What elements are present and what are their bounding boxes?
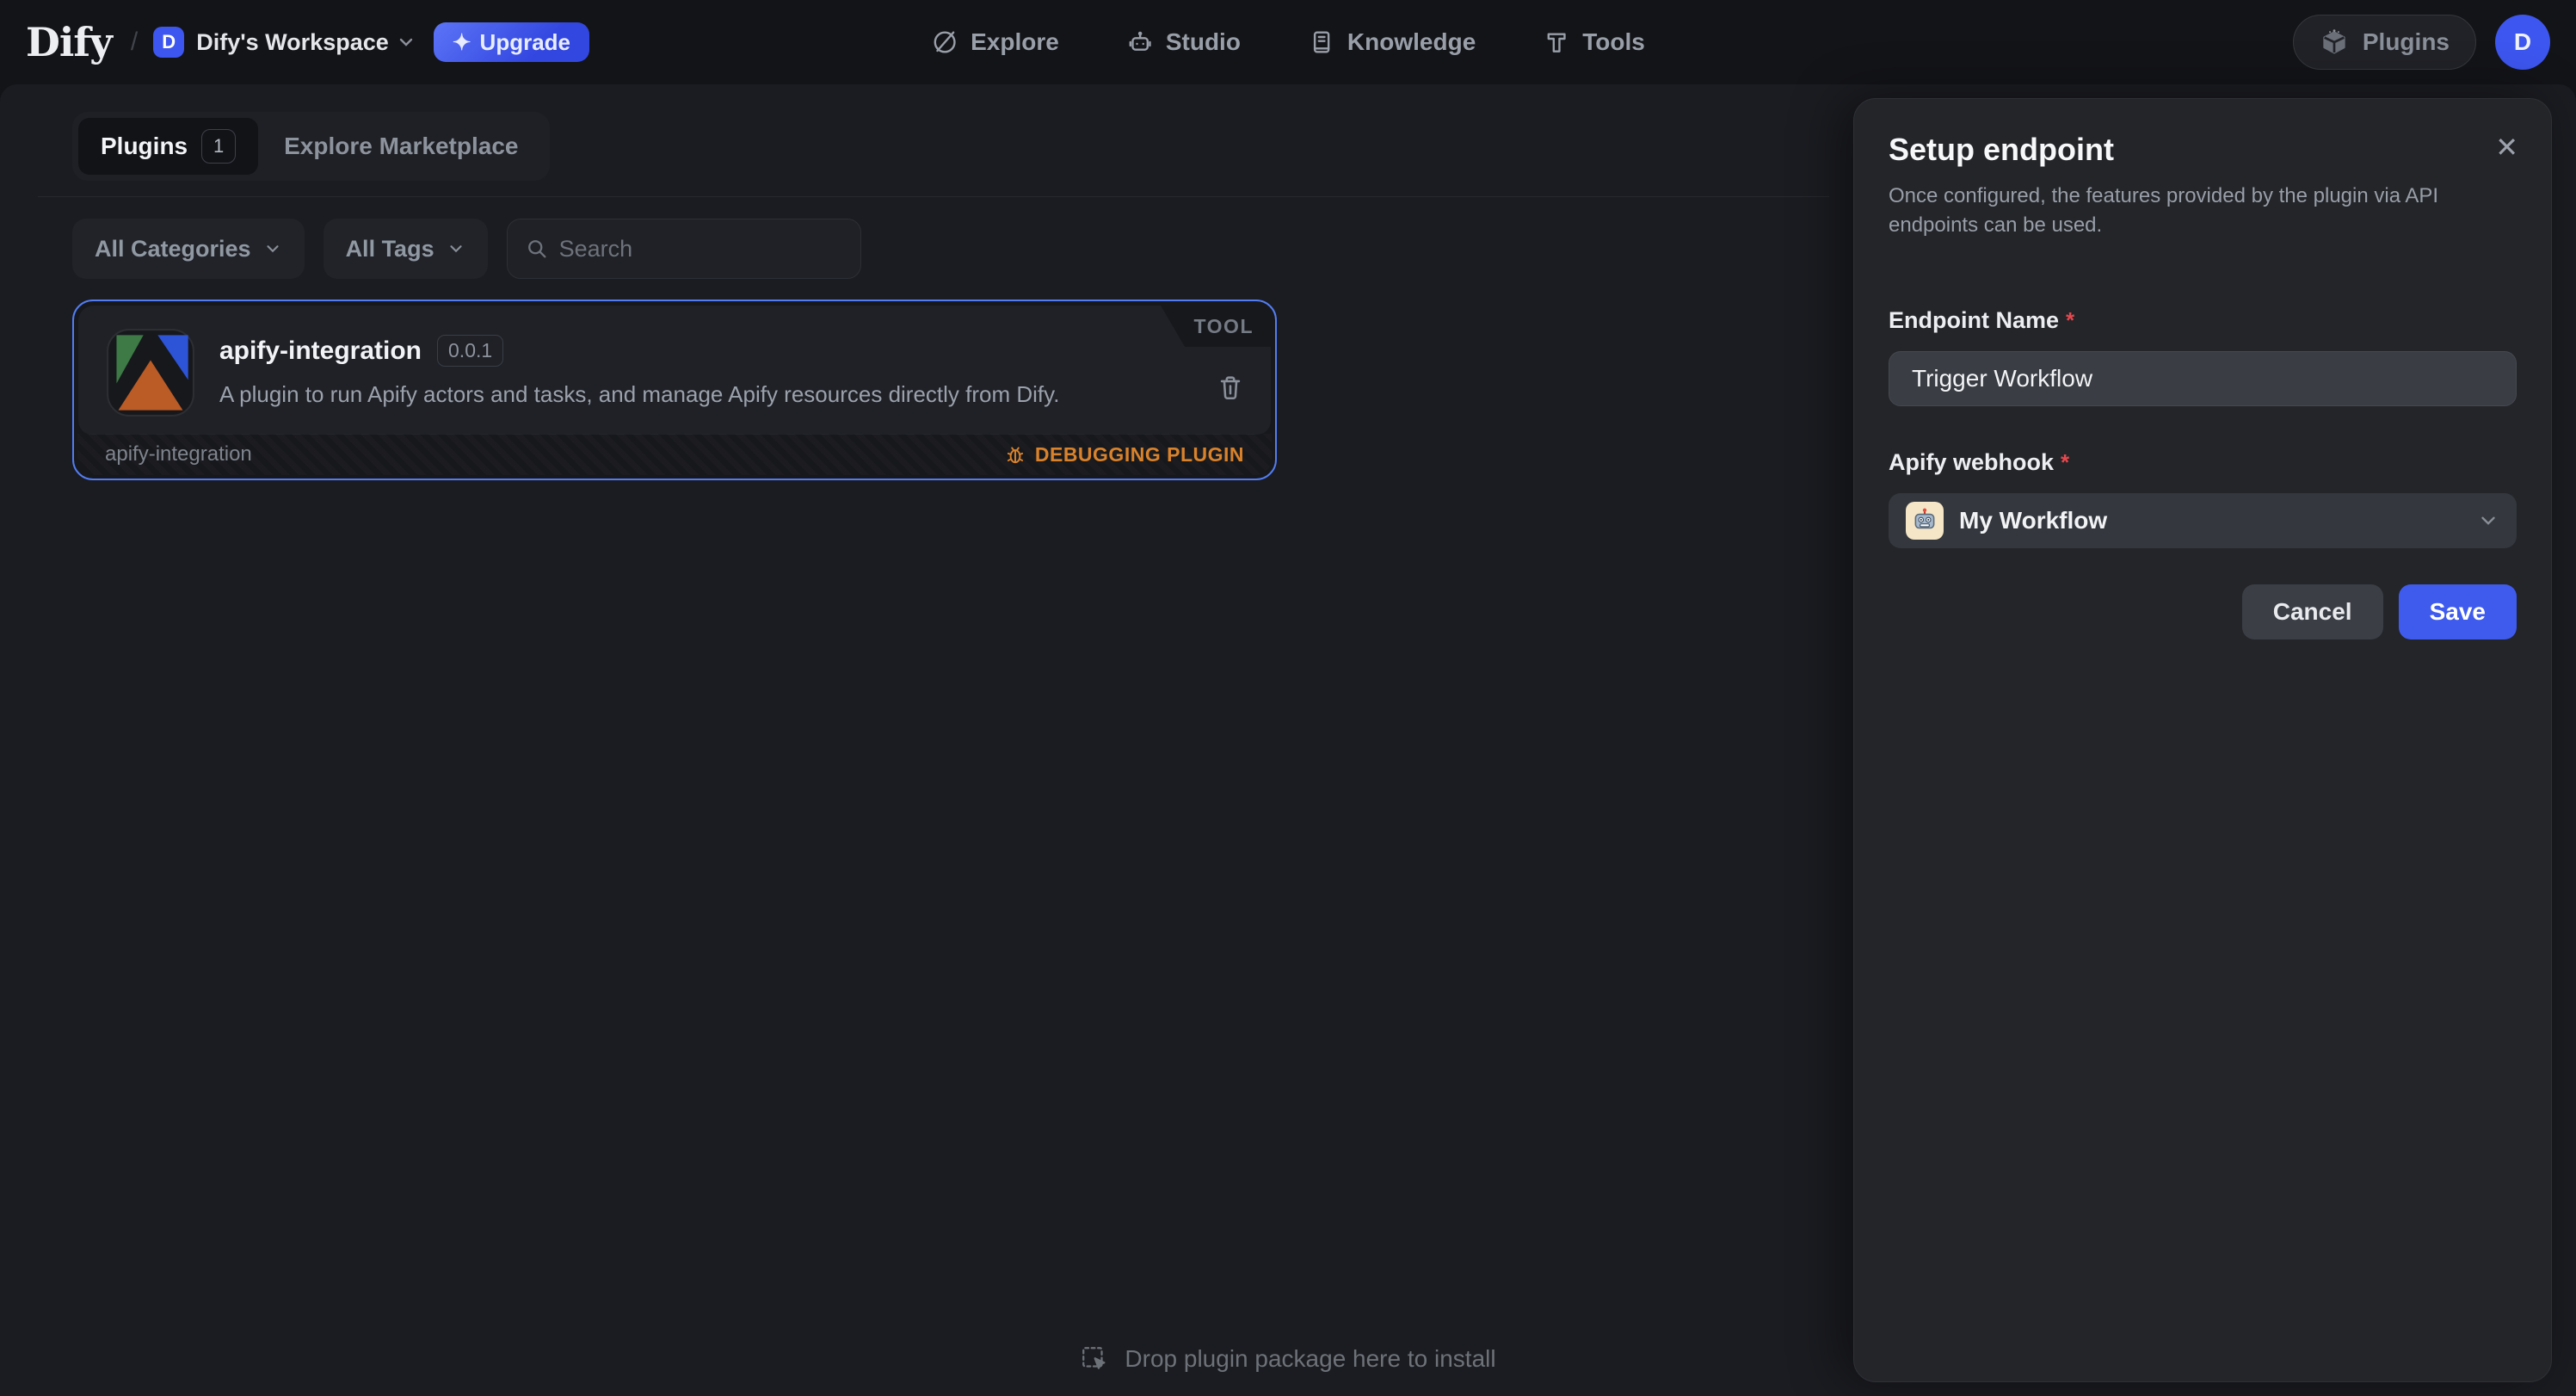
save-button[interactable]: Save bbox=[2399, 584, 2517, 639]
top-navbar: Dify / D Dify's Workspace ✦ Upgrade Expl… bbox=[0, 0, 2576, 84]
plugin-version-badge: 0.0.1 bbox=[437, 335, 503, 367]
apify-plugin-icon bbox=[106, 328, 195, 417]
drop-package-icon bbox=[1080, 1344, 1109, 1374]
apify-webhook-select[interactable]: My Workflow bbox=[1889, 493, 2517, 548]
endpoint-name-label-row: Endpoint Name * bbox=[1889, 307, 2517, 334]
panel-title: Setup endpoint bbox=[1889, 132, 2517, 168]
required-marker: * bbox=[2066, 307, 2074, 334]
breadcrumb-separator: / bbox=[131, 28, 138, 57]
nav-item-tools[interactable]: Tools bbox=[1543, 28, 1645, 56]
book-icon bbox=[1308, 28, 1335, 56]
plugins-count-badge: 1 bbox=[201, 129, 236, 164]
plugin-footer-name: apify-integration bbox=[105, 442, 252, 466]
selected-workflow-label: My Workflow bbox=[1959, 507, 2107, 534]
trash-icon[interactable] bbox=[1216, 373, 1245, 402]
debugging-plugin-badge: DEBUGGING PLUGIN bbox=[1004, 443, 1244, 466]
workspace-badge: D bbox=[153, 27, 184, 58]
filter-bar: All Categories All Tags bbox=[72, 219, 861, 279]
plugin-card-apify-integration[interactable]: TOOL apify-integration 0.0.1 A plugin to… bbox=[72, 300, 1277, 480]
workflow-robot-icon bbox=[1906, 502, 1944, 540]
search-icon bbox=[525, 237, 549, 261]
tab-explore-marketplace[interactable]: Explore Marketplace bbox=[258, 133, 544, 160]
workspace-name[interactable]: Dify's Workspace bbox=[196, 29, 389, 56]
robot-icon bbox=[1126, 28, 1154, 56]
nav-item-explore[interactable]: Explore bbox=[931, 28, 1059, 56]
chevron-down-icon bbox=[2477, 510, 2499, 532]
upgrade-label: Upgrade bbox=[480, 29, 570, 56]
user-avatar[interactable]: D bbox=[2495, 15, 2550, 70]
all-tags-label: All Tags bbox=[346, 236, 434, 263]
cancel-button[interactable]: Cancel bbox=[2242, 584, 2383, 639]
required-marker: * bbox=[2061, 449, 2069, 476]
endpoint-name-input[interactable] bbox=[1889, 351, 2517, 406]
plugin-card-body: TOOL apify-integration 0.0.1 A plugin to… bbox=[78, 306, 1271, 435]
all-categories-label: All Categories bbox=[95, 236, 251, 263]
apify-webhook-label-row: Apify webhook * bbox=[1889, 449, 2517, 476]
chevron-down-icon[interactable] bbox=[396, 32, 416, 53]
panel-actions: Cancel Save bbox=[1889, 584, 2517, 639]
plugin-description: A plugin to run Apify actors and tasks, … bbox=[219, 381, 1059, 408]
bug-icon bbox=[1004, 443, 1026, 466]
hammer-icon bbox=[1543, 28, 1570, 56]
dify-logo: Dify bbox=[26, 19, 112, 65]
tab-bar: Plugins 1 Explore Marketplace bbox=[72, 112, 550, 181]
plugins-nav-label: Plugins bbox=[2363, 28, 2450, 56]
compass-icon bbox=[931, 28, 958, 56]
plugin-card-footer: apify-integration DEBUGGING PLUGIN bbox=[77, 434, 1272, 475]
main-content: Plugins 1 Explore Marketplace All Catego… bbox=[0, 84, 2576, 1396]
chevron-down-icon bbox=[447, 239, 465, 258]
setup-endpoint-panel: Setup endpoint ✕ Once configured, the fe… bbox=[1853, 98, 2552, 1382]
all-tags-dropdown[interactable]: All Tags bbox=[324, 219, 488, 279]
package-icon bbox=[2320, 28, 2349, 57]
tab-plugins[interactable]: Plugins 1 bbox=[78, 118, 258, 175]
nav-item-studio[interactable]: Studio bbox=[1126, 28, 1241, 56]
tab-plugins-label: Plugins bbox=[101, 133, 188, 160]
search-field bbox=[507, 219, 861, 279]
nav-item-label: Tools bbox=[1582, 28, 1645, 56]
plugin-type-label: TOOL bbox=[1161, 306, 1271, 347]
header-divider bbox=[38, 196, 1829, 197]
apify-webhook-label: Apify webhook bbox=[1889, 449, 2054, 476]
drop-hint-text: Drop plugin package here to install bbox=[1125, 1345, 1495, 1373]
panel-subtitle: Once configured, the features provided b… bbox=[1889, 182, 2491, 240]
endpoint-name-label: Endpoint Name bbox=[1889, 307, 2059, 334]
nav-item-knowledge[interactable]: Knowledge bbox=[1308, 28, 1476, 56]
all-categories-dropdown[interactable]: All Categories bbox=[72, 219, 305, 279]
nav-item-label: Knowledge bbox=[1347, 28, 1476, 56]
plugins-nav-button[interactable]: Plugins bbox=[2293, 15, 2476, 70]
chevron-down-icon bbox=[263, 239, 282, 258]
debugging-plugin-label: DEBUGGING PLUGIN bbox=[1035, 443, 1244, 466]
nav-item-label: Explore bbox=[971, 28, 1059, 56]
sparkle-icon: ✦ bbox=[453, 29, 471, 56]
nav-item-label: Studio bbox=[1166, 28, 1241, 56]
search-input[interactable] bbox=[559, 236, 843, 263]
plugin-name: apify-integration bbox=[219, 337, 422, 366]
upgrade-button[interactable]: ✦ Upgrade bbox=[434, 22, 589, 62]
close-icon[interactable]: ✕ bbox=[2495, 133, 2518, 161]
